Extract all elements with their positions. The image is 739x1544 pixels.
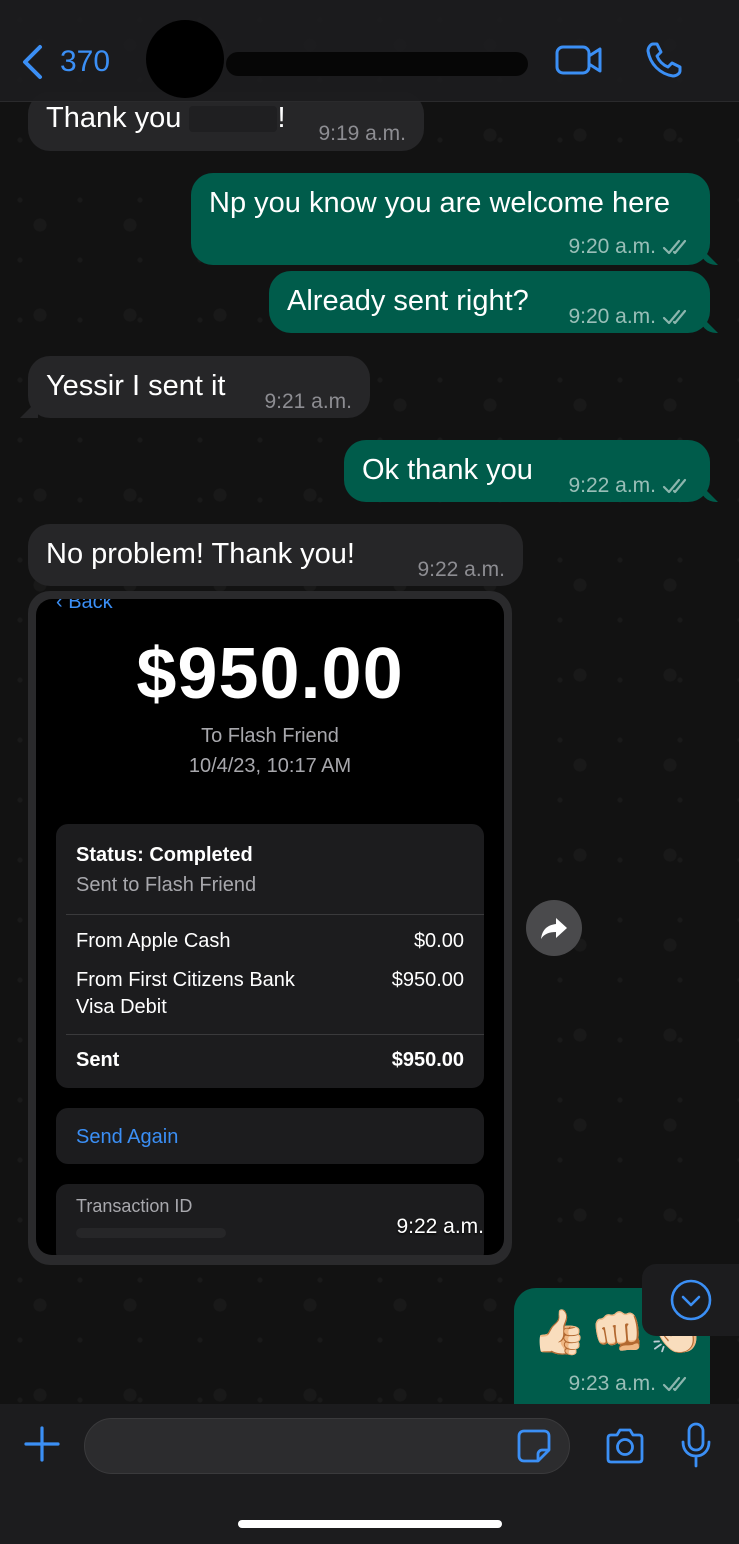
receipt-transaction-label: Transaction ID — [76, 1196, 193, 1216]
message-text: Already sent right? — [287, 285, 529, 317]
receipt-sent-value: $950.00 — [391, 1049, 464, 1071]
receipt-row-value: $0.00 — [413, 930, 464, 952]
plus-icon[interactable] — [24, 1426, 60, 1462]
receipt-row-label: From Apple Cash — [76, 930, 231, 952]
receipt-status: Status: Completed — [76, 844, 253, 866]
message-text: Yessir I sent it — [46, 370, 226, 402]
message-time: 9:23 a.m. — [568, 1372, 692, 1396]
message-text: Ok thank you — [362, 454, 533, 486]
double-check-icon — [662, 478, 687, 494]
receipt-details-card: Status: Completed Sent to Flash Friend F… — [56, 824, 484, 1088]
avatar[interactable] — [146, 20, 224, 98]
microphone-icon[interactable] — [680, 1422, 712, 1468]
receipt-amount: $950.00 — [136, 634, 404, 714]
receipt-date: 10/4/23, 10:17 AM — [188, 755, 352, 777]
message-text: Thank you ! — [46, 100, 286, 136]
sticker-icon[interactable] — [516, 1428, 552, 1464]
message-time: 9:22 a.m. — [396, 1215, 484, 1238]
receipt-back-text: Back — [68, 599, 113, 613]
back-button[interactable]: 370 — [20, 44, 110, 80]
message-time-text: 9:20 a.m. — [568, 235, 656, 258]
message-time: 9:20 a.m. — [568, 229, 692, 265]
unread-count: 370 — [60, 45, 111, 78]
chevron-left-icon — [23, 45, 42, 79]
message-text: No problem! Thank you! — [46, 538, 355, 570]
message-time-text: 9:22 a.m. — [568, 474, 656, 497]
message-outgoing[interactable]: Already sent right? 9:20 a.m. — [269, 271, 718, 335]
double-check-icon — [662, 309, 687, 325]
double-check-icon — [662, 1376, 687, 1392]
scroll-to-bottom-button[interactable] — [642, 1264, 739, 1336]
receipt-row: From Apple Cash $0.00 — [76, 928, 464, 955]
message-text-part: ! — [277, 102, 286, 134]
message-time: 9:19 a.m. — [318, 122, 406, 145]
message-text-part: Thank you — [46, 102, 182, 134]
message-time: 9:22 a.m. — [568, 468, 692, 504]
message-outgoing[interactable]: Np you know you are welcome here 9:20 a.… — [191, 173, 718, 265]
divider — [66, 1034, 484, 1035]
message-incoming[interactable]: No problem! Thank you! 9:22 a.m. — [28, 524, 523, 586]
phone-icon[interactable] — [644, 40, 684, 80]
message-time-text: 9:23 a.m. — [568, 1372, 656, 1395]
receipt-status-sub: Sent to Flash Friend — [76, 874, 257, 896]
receipt-row: From First Citizens Bank Visa Debit $950… — [76, 967, 464, 1021]
chevron-down-icon — [670, 1279, 711, 1321]
receipt-sent-label: Sent — [76, 1049, 120, 1071]
receipt-sent-row: Sent $950.00 — [76, 1047, 464, 1074]
receipt-recipient: To Flash Friend — [201, 725, 339, 747]
receipt-row-value: $950.00 — [391, 969, 464, 991]
camera-icon[interactable] — [604, 1428, 646, 1464]
redacted-contact-name[interactable] — [226, 52, 528, 76]
message-time: 9:20 a.m. — [568, 299, 692, 335]
message-outgoing[interactable]: Ok thank you 9:22 a.m. — [344, 440, 718, 504]
message-input[interactable] — [84, 1418, 570, 1474]
receipt-send-again: Send Again — [56, 1108, 484, 1164]
payment-receipt-image: ‹ Back $950.00 To Flash Friend 10/4/23, … — [36, 599, 504, 1255]
forward-icon — [541, 918, 567, 939]
image-message[interactable]: ‹ Back $950.00 To Flash Friend 10/4/23, … — [28, 591, 512, 1265]
redacted-name — [189, 106, 278, 133]
double-check-icon — [662, 239, 687, 255]
message-time-text: 9:20 a.m. — [568, 305, 656, 328]
redacted-transaction-id — [76, 1228, 226, 1238]
message-incoming[interactable]: Yessir I sent it 9:21 a.m. — [20, 356, 370, 418]
forward-button[interactable] — [526, 900, 582, 956]
message-text: Np you know you are welcome here — [209, 187, 671, 219]
receipt-row-label: From First Citizens Bank Visa Debit — [76, 969, 295, 1018]
message-time: 9:21 a.m. — [264, 390, 352, 413]
message-time: 9:22 a.m. — [417, 558, 505, 581]
home-indicator — [238, 1520, 502, 1528]
message-composer — [0, 1404, 739, 1544]
video-call-icon[interactable] — [554, 40, 604, 80]
divider — [66, 914, 484, 915]
chat-header: 370 — [0, 0, 739, 102]
receipt-back-link: ‹ Back — [56, 599, 113, 614]
